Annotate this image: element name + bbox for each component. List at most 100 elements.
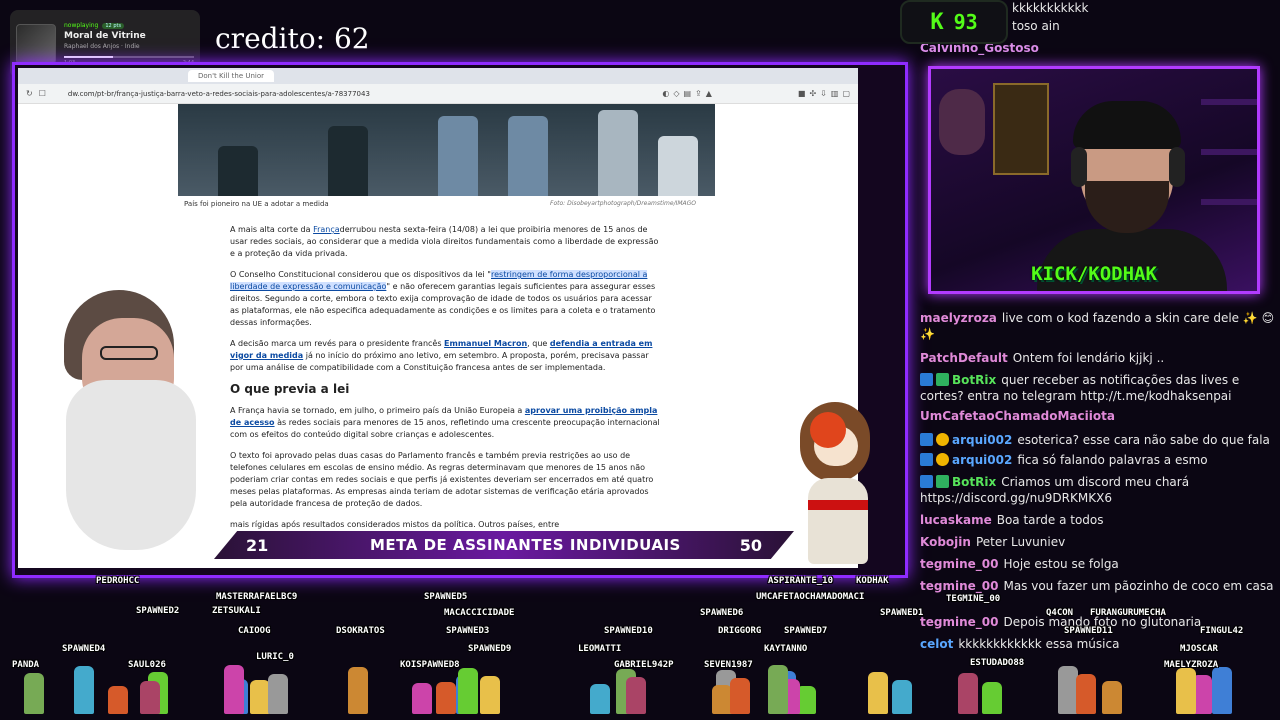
now-playing-meta: nowplaying 12 pts Moral de Vitrine Rapha… xyxy=(64,22,194,66)
viewer-sprite xyxy=(24,673,44,714)
streamer-webcam: KICK/KODHAK xyxy=(928,66,1260,294)
viewer-nametag: SPAWNED10 xyxy=(604,626,653,636)
viewer-sprite xyxy=(868,672,888,714)
viewer-nametag: LEOMATTI xyxy=(578,644,622,654)
chat-username[interactable]: PatchDefault xyxy=(920,351,1008,365)
chat-username[interactable]: lucaskame xyxy=(920,513,992,527)
chat-message: arqui002 fica só falando palavras a esmo xyxy=(920,452,1280,468)
viewer-sprite xyxy=(626,677,646,714)
viewer-nametag: TEGMINE_00 xyxy=(946,594,1001,604)
reload-icon[interactable]: ↻ xyxy=(26,89,33,98)
paragraph-3: A decisão marca um revés para o presiden… xyxy=(230,339,653,372)
extension-icon[interactable]: ■ xyxy=(798,89,806,98)
viewer-sprite xyxy=(140,681,160,714)
chat-message: toso ain xyxy=(1012,18,1280,34)
puzzle-icon[interactable]: ✣ xyxy=(809,89,816,98)
stream-overlay: nowplaying 12 pts Moral de Vitrine Rapha… xyxy=(0,0,1280,720)
kick-viewer-counter: K 93 xyxy=(900,0,1008,44)
viewer-sprite xyxy=(250,680,270,714)
viewer-nametag: SPAWNED4 xyxy=(62,644,106,654)
chat-message: lucaskame Boa tarde a todos xyxy=(920,512,1280,528)
np-source: nowplaying xyxy=(64,22,99,29)
shield-icon[interactable]: ◇ xyxy=(673,89,679,98)
verified-badge-icon xyxy=(920,453,933,466)
article-photo xyxy=(178,104,715,196)
chat-username[interactable]: arqui002 xyxy=(952,433,1012,447)
url-field[interactable]: dw.com/pt-br/frança-justiça-barra-veto-a… xyxy=(68,90,656,98)
kick-logo-icon: K xyxy=(930,9,944,35)
contrast-icon[interactable]: ◐ xyxy=(662,89,669,98)
viewer-sprite xyxy=(348,667,368,714)
link-franca[interactable]: França xyxy=(313,225,340,234)
chat-message: tegmine_00 Hoje estou se folga xyxy=(920,556,1280,572)
viewer-nametag: LURIC_0 xyxy=(256,652,294,662)
chat-message: arqui002 esoterica? esse cara não sabe do… xyxy=(920,432,1280,448)
address-bar: ↻ ☐ dw.com/pt-br/frança-justiça-barra-ve… xyxy=(18,84,858,104)
chat-text: fica só falando palavras a esmo xyxy=(1017,453,1208,467)
viewer-nametag: SAUL026 xyxy=(128,660,166,670)
viewer-sprite xyxy=(1102,681,1122,714)
viewer-sprite xyxy=(436,682,456,714)
song-artist: Raphael dos Anjos · Indie xyxy=(64,43,140,50)
chat-message: BotRix quer receber as notificações das l… xyxy=(920,372,1280,404)
chat-username[interactable]: BotRix xyxy=(952,373,996,387)
viewer-sprite xyxy=(224,665,244,714)
tab-bar: Don't Kill the Unior xyxy=(18,68,858,84)
viewer-nametag: SPAWNED3 xyxy=(446,626,490,636)
chat-text: kkkkkkkkkkk xyxy=(1012,1,1089,15)
subscriber-goal-bar: 21 META DE ASSINANTES INDIVIDUAIS 50 xyxy=(214,531,794,559)
chat-message: PatchDefault Ontem foi lendário kjjkj .. xyxy=(920,350,1280,366)
paragraph-2: O Conselho Constitucional considerou que… xyxy=(230,270,656,327)
viewer-nametag: MASTERRAFAELBC9 xyxy=(216,592,298,602)
painting-decoration xyxy=(993,83,1049,175)
song-title: Moral de Vitrine xyxy=(64,31,146,41)
chat-text: Boa tarde a todos xyxy=(996,513,1104,527)
viewer-sprite xyxy=(1058,666,1078,714)
browser-tab[interactable]: Don't Kill the Unior xyxy=(188,70,275,82)
window-icon[interactable]: ▢ xyxy=(842,89,850,98)
song-progress-bar xyxy=(64,56,194,58)
viewer-sprite xyxy=(108,686,128,714)
album-cover-image xyxy=(16,24,56,64)
download-icon[interactable]: ⇩ xyxy=(820,89,827,98)
photo-caption: País foi pioneiro na UE a adotar a medid… xyxy=(184,200,329,208)
viewer-nametag: DSOKRATOS xyxy=(336,626,385,636)
viewer-nametag: SPAWNED1 xyxy=(880,608,924,618)
chat-text: Peter Luvuniev xyxy=(975,535,1066,549)
goal-current: 21 xyxy=(246,535,269,555)
verified-badge-icon xyxy=(920,373,933,386)
viewer-nametag: Q4CON xyxy=(1046,608,1074,618)
save-icon[interactable]: ▤ xyxy=(683,89,691,98)
viewer-sprite xyxy=(412,683,432,714)
viewer-sprite xyxy=(480,676,500,714)
goal-target: 50 xyxy=(739,535,762,555)
flag-decoration xyxy=(939,89,985,155)
viewer-nametag: PEDROHCC xyxy=(96,576,140,586)
viewer-nametag: KAYTANNO xyxy=(764,644,808,654)
alert-icon[interactable]: ▲ xyxy=(706,89,712,98)
chat-message: UmCafetaoChamadoMaciiota xyxy=(920,408,1280,424)
viewer-nametag: ASPIRANTE_10 xyxy=(768,576,834,586)
chat-username[interactable]: arqui002 xyxy=(952,453,1012,467)
viewer-sprite xyxy=(590,684,610,714)
chat-username[interactable]: Kobojin xyxy=(920,535,971,549)
viewer-sprite xyxy=(712,685,732,714)
viewer-nametag: DRIGGORG xyxy=(718,626,762,636)
chat-username[interactable]: tegmine_00 xyxy=(920,557,998,571)
link-macron[interactable]: Emmanuel Macron xyxy=(444,339,527,348)
bot-badge-icon xyxy=(936,475,949,488)
viewer-nametag: MJOSCAR xyxy=(1180,644,1218,654)
share-icon[interactable]: ⇪ xyxy=(695,89,702,98)
chat-text: esoterica? esse cara não sabe do que fal… xyxy=(1017,433,1270,447)
chat-username[interactable]: UmCafetaoChamadoMaciiota xyxy=(920,409,1115,423)
chat-username[interactable]: BotRix xyxy=(952,475,996,489)
chat-username[interactable]: maelyzroza xyxy=(920,311,997,325)
sidebar-icon[interactable]: ▥ xyxy=(831,89,839,98)
bookmark-icon[interactable]: ☐ xyxy=(39,89,46,98)
viewer-nametag: FINGUL42 xyxy=(1200,626,1244,636)
viewer-sprite xyxy=(892,680,912,714)
viewer-sprite xyxy=(730,678,750,714)
verified-badge-icon xyxy=(920,475,933,488)
paragraph-4: A França havia se tornado, em julho, o p… xyxy=(230,406,660,439)
viewer-nametag: SPAWNED6 xyxy=(700,608,744,618)
